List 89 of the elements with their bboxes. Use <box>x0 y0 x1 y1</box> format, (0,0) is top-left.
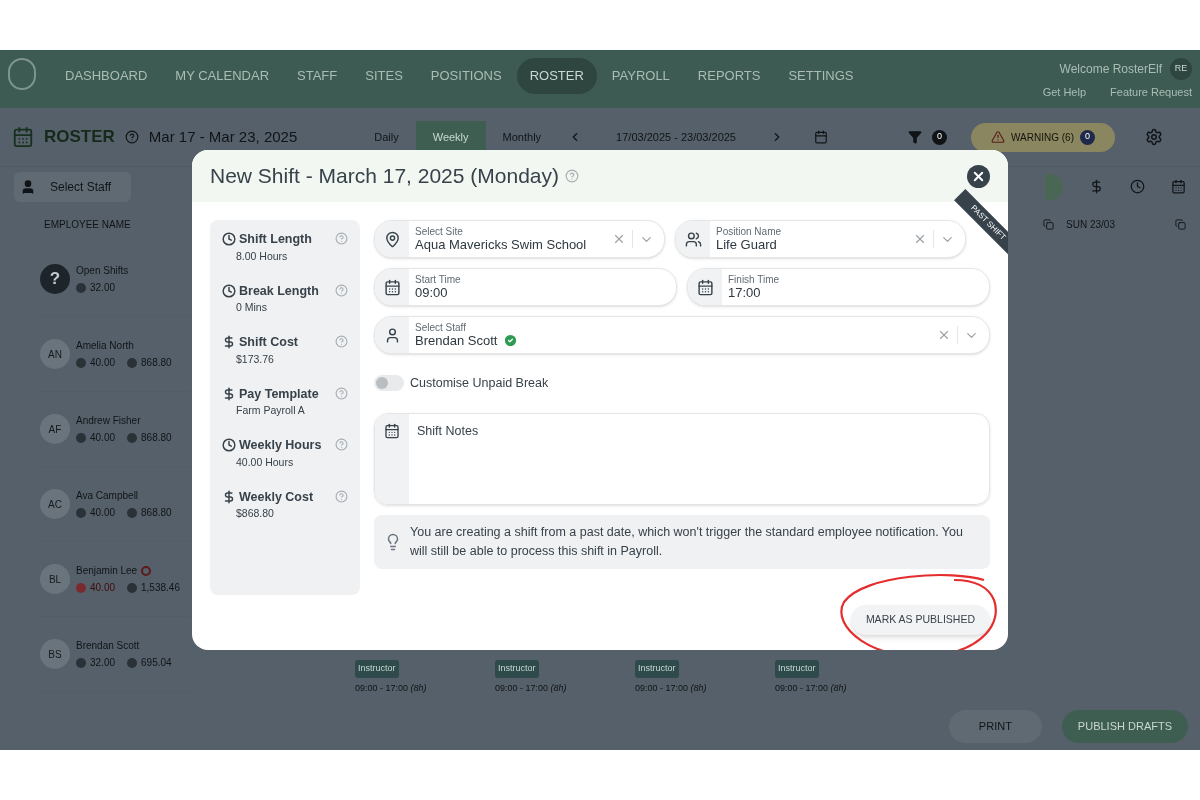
warning-count: 0 <box>1079 129 1095 145</box>
hours-text: 32.00 <box>90 281 116 295</box>
notice-text: You are creating a shift from a past date, which won't trigger the standard employee notification. You will still be able to process this shift in Payroll. <box>410 523 964 560</box>
staff-select[interactable]: Select Staff <box>14 171 132 202</box>
shift-time: 09:00 - 17:00 (8h) <box>355 681 427 695</box>
summary-value: $173.76 <box>236 351 275 367</box>
switch-label: Customise Unpaid Break <box>410 375 549 392</box>
nav-tab[interactable]: STAFF <box>284 58 351 94</box>
nav-tab[interactable]: ROSTER <box>516 58 597 94</box>
summary-value: 8.00 Hours <box>236 248 289 264</box>
field-label: Start Time <box>415 273 462 285</box>
summary-label: Shift Cost <box>239 334 299 351</box>
nav-tab[interactable]: PAYROLL <box>598 58 683 94</box>
date-field[interactable]: 17/03/2025 - 23/03/2025 <box>592 128 760 146</box>
nav-tab[interactable]: DASHBOARD <box>52 58 161 94</box>
employee-name: Open Shifts <box>76 264 129 278</box>
avatar: AF <box>40 414 70 444</box>
field-label: Finish Time <box>728 273 781 285</box>
summary-label: Pay Template <box>239 385 319 403</box>
summary-value: 0 Mins <box>236 300 268 316</box>
shift-time: 09:00 - 17:00 (8h) <box>775 681 847 695</box>
staff-select[interactable]: Select Staff Brendan Scott <box>374 316 990 354</box>
hours-text: 40.00 <box>90 506 116 520</box>
shift-time: 09:00 - 17:00 (8h) <box>495 681 567 695</box>
date-range: Mar 17 - Mar 23, 2025 <box>148 126 298 147</box>
hours-text: 40.00 <box>90 581 116 595</box>
cost-text: 695.04 <box>141 656 172 670</box>
feature-request-link[interactable]: Feature Request <box>1110 84 1192 101</box>
field-value: Life Guard <box>716 236 777 253</box>
summary-label: Break Length <box>239 282 319 300</box>
start-time-field[interactable]: Start Time 09:00 <box>374 268 677 306</box>
nav-tab[interactable]: REPORTS <box>684 58 774 94</box>
roster-title: ROSTER <box>44 126 115 149</box>
nav-tab[interactable]: POSITIONS <box>417 58 515 94</box>
avatar: BL <box>40 564 70 594</box>
employee-name: Andrew Fisher <box>76 414 141 428</box>
summary-value: 40.00 Hours <box>236 454 295 470</box>
view-tab[interactable]: Daily <box>357 120 416 154</box>
nav-tab[interactable]: SETTINGS <box>775 58 867 94</box>
position-tag: Instructor <box>355 660 399 678</box>
view-tab[interactable]: Monthly <box>485 120 559 154</box>
position-select[interactable]: Position Name Life Guard <box>675 220 966 258</box>
field-value: Brendan Scott <box>415 332 498 349</box>
print-button[interactable]: PRINT <box>948 710 1042 743</box>
employee-name: Brendan Scott <box>76 639 140 653</box>
avatar: BS <box>40 639 70 669</box>
cost-text: 868.80 <box>141 431 172 445</box>
field-label: Select Site <box>415 225 464 237</box>
hours-text: 40.00 <box>90 431 116 445</box>
employee-name: Ava Campbell <box>76 489 139 503</box>
publish-drafts-button[interactable]: PUBLISH DRAFTS <box>1061 710 1188 743</box>
field-label: Position Name <box>716 225 783 237</box>
hours-text: 40.00 <box>90 356 116 370</box>
cost-text: 868.80 <box>141 356 172 370</box>
nav-tab[interactable]: MY CALENDAR <box>162 58 283 94</box>
hours-text: 32.00 <box>90 656 116 670</box>
column-header: EMPLOYEE NAME <box>44 217 131 232</box>
avatar: AN <box>40 339 70 369</box>
question-badge: ? <box>40 264 70 294</box>
warning-text: WARNING (6) <box>1011 130 1074 145</box>
field-label: Select Staff <box>415 321 467 333</box>
field-value: 17:00 <box>728 284 761 301</box>
position-tag: Instructor <box>775 660 819 678</box>
summary-value: Farm Payroll A <box>236 403 306 419</box>
user-avatar[interactable]: RE <box>1170 58 1192 80</box>
summary-label: Weekly Hours <box>239 437 322 454</box>
column-header: SUN 23/03 <box>1066 217 1115 232</box>
field-value: 09:00 <box>415 284 448 301</box>
summary-label: Shift Length <box>239 231 312 248</box>
avatar: AC <box>40 489 70 519</box>
employee-name: Amelia North <box>76 339 134 353</box>
employee-name: Benjamin Lee <box>76 564 138 578</box>
summary-label: Weekly Cost <box>239 488 314 506</box>
get-help-link[interactable]: Get Help <box>1042 84 1087 101</box>
cost-text: 868.80 <box>141 506 172 520</box>
field-value: Aqua Mavericks Swim School <box>415 236 587 253</box>
nav-tab[interactable]: SITES <box>352 58 416 94</box>
position-tag: Instructor <box>495 660 539 678</box>
filter-count: 0 <box>932 129 947 145</box>
position-tag: Instructor <box>635 660 679 678</box>
site-select[interactable]: Select Site Aqua Mavericks Swim School <box>374 220 665 258</box>
dialog-title: New Shift - March 17, 2025 (Monday) <box>210 163 559 190</box>
shift-time: 09:00 - 17:00 (8h) <box>635 681 707 695</box>
welcome-text: Welcome RosterElf <box>1059 61 1162 78</box>
mark-as-published-button[interactable]: MARK AS PUBLISHED <box>850 604 990 635</box>
finish-time-field[interactable]: Finish Time 17:00 <box>687 268 990 306</box>
warning-badge[interactable]: WARNING (6) 0 <box>971 122 1115 152</box>
summary-value: $868.80 <box>236 506 275 522</box>
cost-text: 1,538.46 <box>141 581 180 595</box>
